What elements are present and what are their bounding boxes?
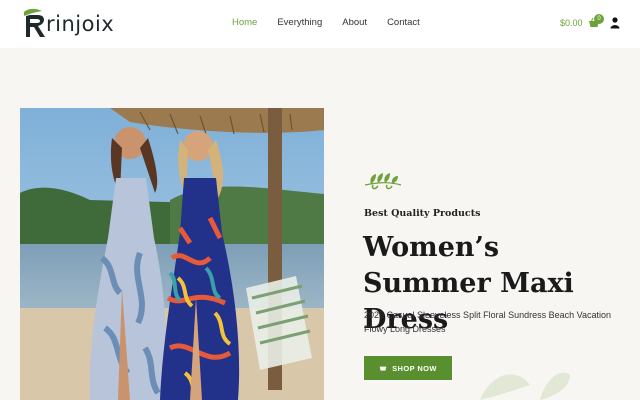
site-header: rinjoix Home Everything About Contact $0… (0, 0, 640, 48)
hero-description: 2025 Casual Sleeveless Split Floral Sund… (364, 310, 611, 334)
shop-now-label: SHOP NOW (392, 363, 437, 373)
hero-product-image (20, 108, 324, 400)
shop-now-button[interactable]: SHOP NOW (364, 356, 452, 380)
logo-r-icon (24, 8, 45, 37)
nav-item-about[interactable]: About (342, 17, 367, 28)
nav-item-home[interactable]: Home (232, 17, 257, 28)
hero-eyebrow: Best Quality Products (364, 208, 481, 219)
main-nav: Home Everything About Contact (232, 17, 440, 28)
nav-item-contact[interactable]: Contact (387, 17, 420, 28)
logo[interactable]: rinjoix (22, 8, 114, 38)
cart-count-badge: 0 (594, 14, 604, 24)
user-icon[interactable] (610, 17, 620, 29)
background-leaf-decoration (480, 372, 570, 400)
leaf-icon (364, 173, 402, 190)
logo-text: rinjoix (46, 12, 115, 36)
cart-total: $0.00 (560, 18, 583, 28)
nav-item-everything[interactable]: Everything (277, 17, 322, 28)
cart-icon (379, 366, 387, 371)
